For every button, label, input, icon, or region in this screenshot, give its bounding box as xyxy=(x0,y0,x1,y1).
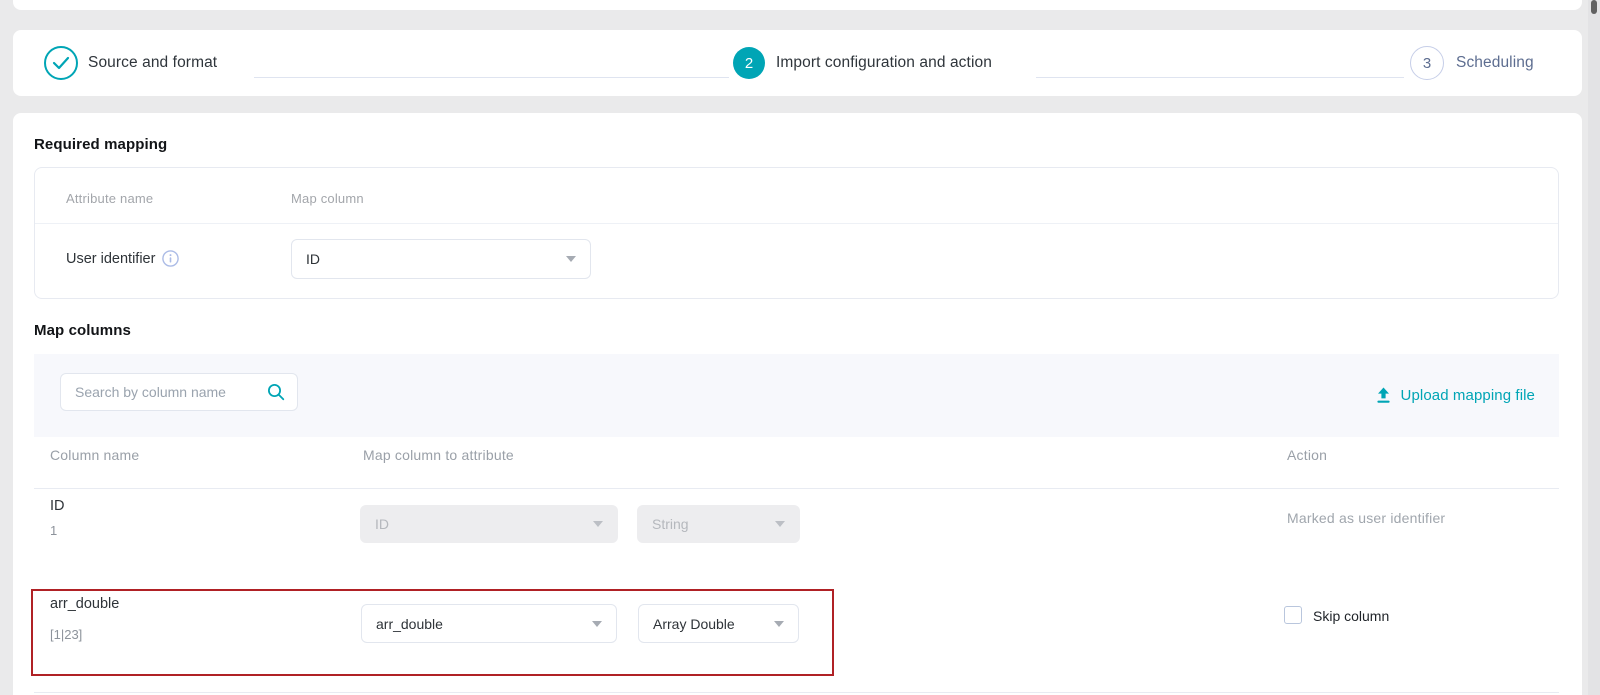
step-3-circle[interactable]: 3 xyxy=(1410,46,1444,80)
row-id-attribute-value: ID xyxy=(375,516,389,532)
row-bottom-divider xyxy=(34,692,1559,693)
skip-column-label[interactable]: Skip column xyxy=(1313,608,1389,624)
row-id-type-value: String xyxy=(652,516,689,532)
skip-column-checkbox[interactable] xyxy=(1284,606,1302,624)
step-2-label[interactable]: Import configuration and action xyxy=(776,30,992,96)
step-3-label[interactable]: Scheduling xyxy=(1456,30,1534,96)
user-identifier-label: User identifier xyxy=(66,250,156,267)
row-id-attribute-select: ID xyxy=(360,505,618,543)
step-2-number: 2 xyxy=(744,54,754,72)
stepper-connector-1 xyxy=(254,77,729,78)
table-header-action: Action xyxy=(1287,447,1328,463)
row-arr-double-column-name: arr_double xyxy=(50,596,120,612)
row-arr-double-sample-value: [1|23] xyxy=(50,627,83,642)
required-mapping-title: Required mapping xyxy=(34,136,168,153)
required-mapping-card: Attribute name Map column User identifie… xyxy=(34,167,1559,299)
chevron-down-icon xyxy=(774,620,784,627)
column-search-box[interactable] xyxy=(60,373,298,411)
step-3-number: 3 xyxy=(1422,54,1432,72)
chevron-down-icon xyxy=(592,620,602,627)
row-arr-double-type-value: Array Double xyxy=(653,615,735,632)
chevron-down-icon xyxy=(566,256,576,262)
chevron-down-icon xyxy=(593,521,603,527)
wizard-stepper: Source and format 2 Import configuration… xyxy=(13,30,1582,96)
user-identifier-label-row: User identifier xyxy=(66,250,180,267)
stepper-connector-2 xyxy=(1036,77,1404,78)
upload-mapping-file-button[interactable]: Upload mapping file xyxy=(1375,354,1535,437)
info-icon[interactable] xyxy=(162,250,180,267)
row-arr-double-type-select[interactable]: Array Double xyxy=(638,604,799,643)
user-identifier-map-column-select[interactable]: ID xyxy=(291,239,591,279)
attribute-name-header: Attribute name xyxy=(66,191,154,206)
row-id-column-name: ID xyxy=(50,498,65,514)
upload-mapping-file-label: Upload mapping file xyxy=(1400,387,1535,404)
table-header-divider xyxy=(34,488,1559,489)
required-mapping-divider xyxy=(35,223,1558,224)
map-columns-title: Map columns xyxy=(34,322,131,339)
row-id-type-select: String xyxy=(637,505,800,543)
scrollbar-track[interactable] xyxy=(1588,0,1600,695)
row-id-sample-value: 1 xyxy=(50,523,58,538)
step-2-current-circle[interactable]: 2 xyxy=(733,47,765,79)
map-column-header: Map column xyxy=(291,191,364,206)
search-input[interactable] xyxy=(75,384,267,400)
table-header-map-attribute: Map column to attribute xyxy=(363,447,514,463)
row-arr-double-attribute-select[interactable]: arr_double xyxy=(361,604,617,643)
scrollbar-thumb[interactable] xyxy=(1591,0,1597,14)
map-columns-toolbar: Upload mapping file xyxy=(34,354,1559,437)
user-identifier-selected-value: ID xyxy=(306,251,320,267)
table-header-column-name: Column name xyxy=(50,447,140,463)
import-configuration-panel: Required mapping Attribute name Map colu… xyxy=(13,113,1582,695)
step-1-label[interactable]: Source and format xyxy=(88,30,217,96)
check-icon xyxy=(52,56,70,70)
chevron-down-icon xyxy=(775,521,785,527)
previous-card-edge xyxy=(13,0,1582,10)
search-icon[interactable] xyxy=(267,383,285,401)
upload-icon xyxy=(1376,387,1390,403)
row-arr-double-attribute-value: arr_double xyxy=(376,615,443,632)
step-1-completed-circle[interactable] xyxy=(44,46,78,80)
row-id-action-text: Marked as user identifier xyxy=(1287,510,1446,526)
